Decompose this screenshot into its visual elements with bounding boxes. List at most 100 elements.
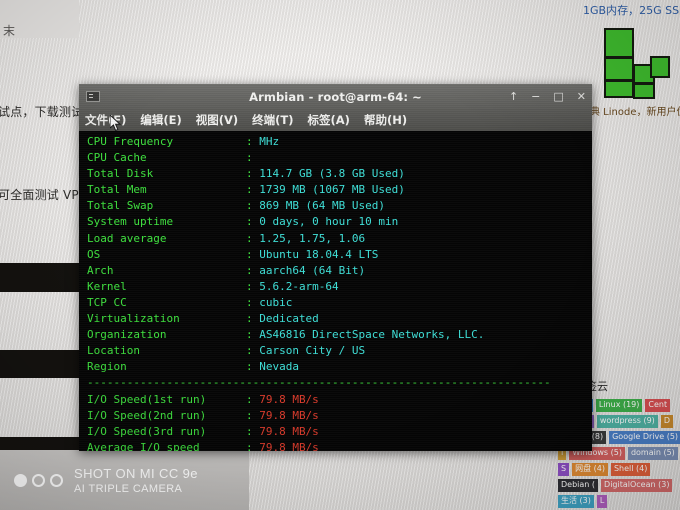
info-value: 79.8 MB/s [259, 440, 319, 451]
tag-cloud-item[interactable]: Google Drive (5) [609, 431, 680, 444]
tag-cloud-item[interactable]: Debian ( [558, 479, 599, 492]
tag-cloud-item[interactable]: S [558, 463, 570, 476]
menu-terminal[interactable]: 终端(T) [252, 112, 293, 128]
info-row: Arch : aarch64 (64 Bit) [87, 263, 592, 279]
background-article-line-1: 试点，下载测试 [0, 105, 84, 119]
info-label: TCP CC [87, 295, 246, 309]
info-value: Carson City / US [259, 344, 366, 358]
info-row: CPU Cache : [87, 150, 592, 166]
info-label: I/O Speed(2nd run) [87, 408, 246, 422]
info-row: Load average : 1.25, 1.75, 1.06 [87, 231, 592, 247]
tag-cloud-item[interactable]: Shell (4) [610, 463, 651, 476]
window-title-bar[interactable]: Armbian - root@arm-64: ~ ↑ − □ ✕ [79, 84, 592, 109]
info-value: 79.8 MB/s [259, 424, 319, 438]
menu-view[interactable]: 视图(V) [196, 112, 238, 128]
info-separator: : [245, 295, 260, 309]
info-value: 79.8 MB/s [259, 408, 319, 422]
watermark-line-1: SHOT ON MI CC 9e [74, 465, 198, 481]
menu-help[interactable]: 帮助(H) [364, 112, 407, 128]
info-label: Arch [87, 263, 246, 277]
info-value: 0 days, 0 hour 10 min [259, 215, 399, 229]
info-separator: : [245, 424, 260, 438]
camera-lens-dots [14, 473, 63, 487]
menu-edit[interactable]: 编辑(E) [140, 112, 181, 128]
info-separator: : [245, 231, 260, 245]
info-value: 114.7 GB (3.8 GB Used) [259, 167, 405, 181]
divider-line-1: ----------------------------------------… [87, 376, 551, 390]
info-value: 79.8 MB/s [259, 392, 319, 406]
tag-cloud-item[interactable]: Cent [645, 399, 671, 412]
tag-cloud-item[interactable]: 网盘 (4) [572, 463, 608, 476]
info-label: Virtualization [87, 312, 246, 326]
info-separator: : [245, 247, 260, 261]
tag-cloud-item[interactable]: 生活 (3) [558, 495, 594, 508]
menu-tabs[interactable]: 标签(A) [308, 112, 350, 128]
info-label: Kernel [87, 279, 246, 293]
info-separator: : [245, 263, 260, 277]
info-value: Nevada [259, 360, 299, 374]
tag-cloud-item[interactable]: DigitalOcean (3) [601, 479, 673, 492]
info-separator: : [245, 312, 260, 326]
minimize-button[interactable]: − [531, 91, 540, 102]
screenshot-root: 末 试点，下载测试 可全面测试 VPS 的 1GB内存，25G SSD，9 经典… [0, 0, 680, 510]
info-separator: : [245, 392, 260, 406]
info-separator: : [245, 279, 260, 293]
info-row: Kernel : 5.6.2-arm-64 [87, 279, 592, 295]
info-row: I/O Speed(1st run) : 79.8 MB/s [87, 392, 592, 408]
info-row: TCP CC : cubic [87, 295, 592, 311]
info-label: Location [87, 344, 246, 358]
tag-cloud-item[interactable]: wordpress (9) [596, 415, 658, 428]
info-label: Region [87, 360, 246, 374]
info-value: 1739 MB (1067 MB Used) [259, 183, 405, 197]
info-value: 1.25, 1.75, 1.06 [259, 231, 366, 245]
info-label: Average I/O speed [87, 440, 246, 451]
background-promo-heading: 1GB内存，25G SSD，9 [583, 4, 680, 17]
info-label: Total Mem [87, 183, 246, 197]
info-row: OS : Ubuntu 18.04.4 LTS [87, 247, 592, 263]
watermark-line-2: AI TRIPLE CAMERA [74, 482, 183, 495]
info-value: cubic [259, 295, 293, 309]
terminal-window[interactable]: Armbian - root@arm-64: ~ ↑ − □ ✕ 文件(F) 编辑(E)… [79, 84, 592, 451]
info-row: Average I/O speed : 79.8 MB/s [87, 440, 592, 451]
info-value: Dedicated [259, 312, 319, 326]
info-label: I/O Speed(3rd run) [87, 424, 246, 438]
info-separator: : [245, 440, 260, 451]
info-value: AS46816 DirectSpace Networks, LLC. [259, 328, 485, 342]
info-separator: : [245, 167, 260, 181]
info-row: Location : Carson City / US [87, 343, 592, 359]
info-separator: : [245, 328, 260, 342]
info-row: Region : Nevada [87, 359, 592, 375]
window-controls: ↑ − □ ✕ [509, 91, 586, 102]
info-row: Total Swap : 869 MB (64 MB Used) [87, 198, 592, 214]
background-promo-subtext: 经典 Linode，新用户优惠 [580, 107, 680, 118]
info-label: Load average [87, 231, 246, 245]
info-row: System uptime : 0 days, 0 hour 10 min [87, 214, 592, 230]
tag-cloud-item[interactable]: L [596, 495, 608, 508]
menu-bar[interactable]: 文件(F) 编辑(E) 视图(V) 终端(T) 标签(A) 帮助(H) [79, 109, 592, 132]
io-speed-block: I/O Speed(1st run) : 79.8 MB/s I/O Speed(… [87, 392, 592, 452]
info-separator: : [245, 360, 260, 374]
restore-up-button[interactable]: ↑ [509, 91, 518, 102]
info-row: Organization : AS46816 DirectSpace Netwo… [87, 327, 592, 343]
info-label: Total Disk [87, 167, 246, 181]
info-separator: : [245, 151, 260, 165]
info-value: Ubuntu 18.04.4 LTS [259, 247, 379, 261]
menu-file[interactable]: 文件(F) [85, 112, 126, 128]
tag-cloud-item[interactable]: D [660, 415, 673, 428]
info-separator: : [245, 408, 260, 422]
close-button[interactable]: ✕ [577, 91, 586, 102]
info-separator: : [245, 183, 260, 197]
info-separator: : [245, 135, 260, 148]
info-label: Total Swap [87, 199, 246, 213]
info-value: MHz [259, 135, 280, 148]
maximize-button[interactable]: □ [553, 91, 563, 102]
background-corner-text: 末 [3, 24, 16, 38]
info-row: Virtualization : Dedicated [87, 311, 592, 327]
tag-cloud-item[interactable]: domain (5) [627, 447, 678, 460]
tag-cloud-item[interactable]: Linux (19) [595, 399, 643, 412]
info-label: I/O Speed(1st run) [87, 392, 246, 406]
info-value: 5.6.2-arm-64 [259, 279, 339, 293]
info-row: I/O Speed(3rd run) : 79.8 MB/s [87, 424, 592, 440]
terminal-output[interactable]: CPU Frequency : MHz CPU Cache : Total Dis… [79, 131, 592, 451]
info-label: CPU Frequency [87, 135, 246, 148]
